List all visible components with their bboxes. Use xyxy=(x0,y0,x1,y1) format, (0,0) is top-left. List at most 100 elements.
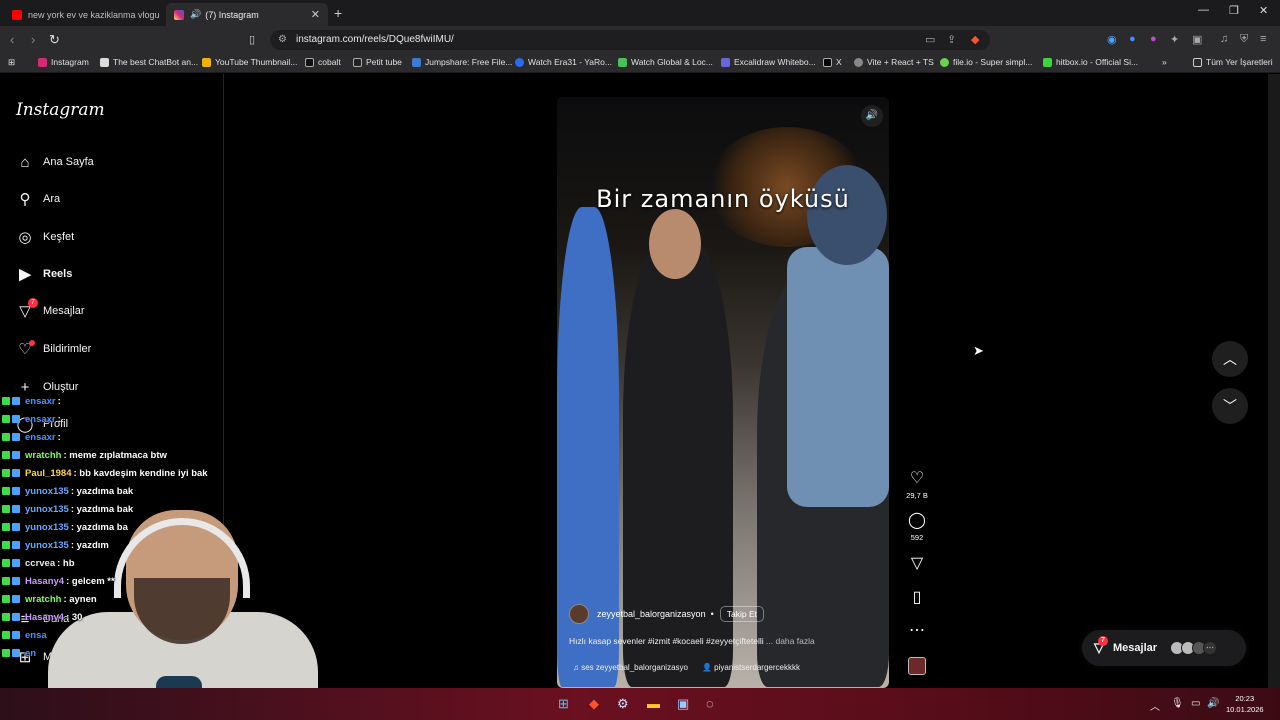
tray-chevron-icon[interactable]: ︿ xyxy=(1150,698,1160,713)
music-icon[interactable]: ♫ xyxy=(1220,33,1228,45)
tagged-user[interactable]: 👤 piyanistserdargercekkkk xyxy=(702,663,800,672)
messages-label: Mesajlar xyxy=(1113,642,1158,654)
nav-reels[interactable]: ▶ Reels xyxy=(16,265,72,283)
tagged-label: piyanistserdargercekkkk xyxy=(714,663,800,672)
next-reel-button[interactable]: ﹀ xyxy=(1212,388,1248,424)
bookmark-item[interactable]: The best ChatBot an... xyxy=(100,57,198,67)
new-tab-button[interactable]: + xyxy=(334,5,342,21)
instagram-logo[interactable]: Instagram xyxy=(16,100,105,120)
steam-icon[interactable]: ⚙ xyxy=(617,696,629,712)
bookmark-item[interactable]: file.io - Super simpl... xyxy=(940,57,1032,67)
badge-icon xyxy=(12,415,20,423)
share-icon[interactable]: ⇪ xyxy=(947,33,956,46)
bookmark-icon[interactable]: ▯ xyxy=(249,33,255,46)
all-bookmarks-button[interactable]: Tüm Yer İşaretleri xyxy=(1193,57,1273,67)
reload-icon[interactable]: ↻ xyxy=(49,32,60,48)
badge-icon xyxy=(2,649,10,657)
bookmark-item[interactable]: Vite + React + TS xyxy=(854,57,934,67)
vpn-icon[interactable]: ⛨ xyxy=(1240,33,1248,46)
close-window-icon[interactable]: ✕ xyxy=(1259,4,1268,17)
more-bookmarks-icon[interactable]: » xyxy=(1162,57,1167,67)
chat-username: ensaxr xyxy=(25,413,56,425)
heart-icon: ♡ xyxy=(909,470,925,487)
bookmark-icon: ▯ xyxy=(912,589,922,606)
compass-icon: ◎ xyxy=(18,229,32,246)
scrollbar[interactable] xyxy=(1268,74,1280,688)
bookmark-item[interactable]: hitbox.io - Official Si... xyxy=(1043,57,1138,67)
nav-notifications[interactable]: ♡ Bildirimler xyxy=(16,340,91,358)
restore-icon[interactable]: ❐ xyxy=(1229,4,1239,17)
audio-thumbnail[interactable] xyxy=(904,657,930,675)
extension-icon[interactable]: ● xyxy=(1150,33,1157,45)
messages-pill[interactable]: ▽ 7 Mesajlar ⋯ xyxy=(1082,630,1246,666)
sidebar-icon[interactable]: ▣ xyxy=(1192,33,1202,46)
bookmark-item[interactable]: Watch Era31 - YaRo... xyxy=(515,57,612,67)
nav-search[interactable]: ⚲ Ara xyxy=(16,190,61,208)
like-button[interactable]: ♡ 29,7 B xyxy=(904,468,930,500)
previous-reel-button[interactable]: ︿ xyxy=(1212,341,1248,377)
comment-button[interactable]: ◯ 592 xyxy=(904,510,930,542)
tab-instagram[interactable]: 🔊 (7) Instagram ✕ xyxy=(166,3,328,26)
chat-username: yunox135 xyxy=(25,503,69,515)
more-options-button[interactable]: ⋯ xyxy=(904,620,930,640)
bookmark-item[interactable]: Jumpshare: Free File... xyxy=(412,57,512,67)
badge-icon xyxy=(12,469,20,477)
bookmark-item[interactable]: Petit tube xyxy=(353,57,402,67)
forward-icon[interactable]: › xyxy=(31,32,35,47)
app-icon[interactable]: ◌ xyxy=(706,696,714,711)
microphone-icon[interactable]: 🎙 xyxy=(1171,698,1184,709)
bookmark-item[interactable]: Instagram xyxy=(38,57,89,67)
bookmark-label: Tüm Yer İşaretleri xyxy=(1206,57,1273,67)
excalidraw-icon xyxy=(721,57,730,67)
badge-icon xyxy=(12,397,20,405)
brave-icon[interactable]: ◆ xyxy=(589,696,599,712)
chat-message: Paul_1984: bb kavdeşim kendine iyi bak xyxy=(2,464,232,482)
minimize-icon[interactable]: — xyxy=(1198,4,1209,16)
system-clock[interactable]: 20:23 10.01.2026 xyxy=(1226,693,1264,715)
bookmark-item[interactable]: X xyxy=(823,57,842,67)
close-icon[interactable]: ✕ xyxy=(311,8,320,21)
nav-home[interactable]: ⌂ Ana Sayfa xyxy=(16,153,93,171)
windows-start-icon[interactable]: ⊞ xyxy=(558,696,569,712)
volume-icon[interactable]: 🔊 xyxy=(861,105,883,127)
tab-youtube[interactable]: new york ev ve kaziklanma vlogu - Yo xyxy=(4,3,162,26)
brave-shield-icon[interactable]: ◆ xyxy=(971,33,979,46)
network-icon[interactable]: ▭ xyxy=(1191,698,1200,709)
bookmark-item[interactable]: Excalidraw Whitebo... xyxy=(721,57,816,67)
app-icon[interactable]: ▣ xyxy=(677,696,689,712)
puzzle-icon[interactable]: ✦ xyxy=(1170,33,1179,46)
tab-strip: new york ev ve kaziklanma vlogu - Yo 🔊 (… xyxy=(0,0,1280,26)
save-button[interactable]: ▯ xyxy=(904,587,930,607)
stream-chat-overlay: ensaxr: ensaxr: ensaxr: wratchh: meme zıpla… xyxy=(2,392,232,662)
site-info-icon[interactable]: ⚙ xyxy=(278,34,287,45)
audio-link[interactable]: ♫ ses zeyyetbal_balorganizasyo xyxy=(573,663,688,672)
cast-icon[interactable]: ▭ xyxy=(925,33,935,46)
menu-icon[interactable]: ≡ xyxy=(1260,33,1266,45)
extension-icon[interactable]: ● xyxy=(1129,33,1136,45)
bookmarks-bar: ⊞ Instagram The best ChatBot an... YouTu… xyxy=(0,54,1280,73)
nav-messages[interactable]: ▽ 7 Mesajlar xyxy=(16,298,85,320)
bookmark-item[interactable]: cobalt xyxy=(305,57,341,67)
back-icon[interactable]: ‹ xyxy=(10,32,14,47)
apps-icon[interactable]: ⊞ xyxy=(8,57,15,68)
notification-badge: 7 xyxy=(1098,636,1108,646)
bookmark-item[interactable]: Watch Global & Loc... xyxy=(618,57,713,67)
bookmark-item[interactable]: YouTube Thumbnail... xyxy=(202,57,297,67)
badge-icon xyxy=(12,559,20,567)
volume-icon[interactable]: 🔊 xyxy=(1207,698,1219,709)
share-button[interactable]: ▽ xyxy=(904,553,930,573)
nav-explore[interactable]: ◎ Keşfet xyxy=(16,228,74,246)
chevron-up-icon: ︿ xyxy=(1223,351,1237,367)
extension-icon[interactable]: ◉ xyxy=(1107,33,1117,46)
badge-icon xyxy=(2,487,10,495)
more-link[interactable]: ... daha fazla xyxy=(766,636,815,646)
x-icon xyxy=(823,57,832,67)
file-explorer-icon[interactable]: ▬ xyxy=(647,696,660,711)
avatar[interactable] xyxy=(569,604,589,624)
reel-username[interactable]: zeyyetbal_balorganizasyon xyxy=(597,609,706,619)
reel-video[interactable]: Bir zamanın öyküsü 🔊 zeyyetbal_balorgani… xyxy=(557,97,889,688)
follow-button[interactable]: Takip Et xyxy=(719,606,764,622)
bookmark-label: Vite + React + TS xyxy=(867,57,934,67)
bookmark-label: Instagram xyxy=(51,57,89,67)
address-bar[interactable]: ⚙ instagram.com/reels/DQue8fwiIMU/ xyxy=(270,30,990,50)
